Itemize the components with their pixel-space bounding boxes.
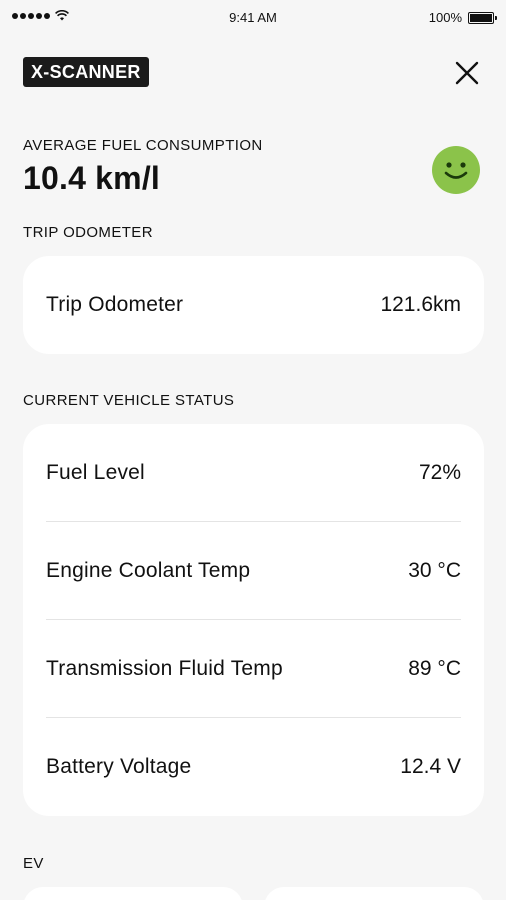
ev-tile-left[interactable] — [23, 887, 243, 900]
average-fuel-label: AVERAGE FUEL CONSUMPTION — [23, 137, 263, 154]
trip-odometer-section-label: TRIP ODOMETER — [23, 224, 153, 241]
brand-logo: X-SCANNER — [23, 57, 149, 87]
fuel-level-row[interactable]: Fuel Level 72% — [46, 424, 461, 522]
trip-odometer-row[interactable]: Trip Odometer 121.6km — [46, 256, 461, 354]
row-label: Battery Voltage — [46, 755, 192, 778]
smiley-face-icon — [432, 146, 480, 194]
ev-tile-right[interactable] — [264, 887, 484, 900]
row-label: Engine Coolant Temp — [46, 558, 251, 582]
battery-area: 100% — [428, 10, 497, 25]
average-fuel-value: 10.4 km/l — [23, 160, 161, 196]
battery-percent: 100% — [428, 10, 462, 25]
battery-voltage-row[interactable]: Battery Voltage 12.4 V — [46, 718, 461, 816]
status-bar: 9:41 AM 100% — [0, 0, 506, 34]
row-value: 30 °C — [408, 558, 461, 582]
row-value: 89 °C — [408, 656, 461, 680]
row-value: 12.4 V — [400, 755, 461, 778]
row-value: 72% — [418, 460, 461, 484]
battery-icon — [468, 11, 497, 24]
row-label: Transmission Fluid Temp — [46, 656, 283, 680]
vehicle-status-section-label: CURRENT VEHICLE STATUS — [23, 392, 235, 409]
transmission-fluid-row[interactable]: Transmission Fluid Temp 89 °C — [46, 620, 461, 718]
row-label: Fuel Level — [46, 460, 145, 484]
vehicle-status-card: Fuel Level 72% Engine Coolant Temp 30 °C… — [23, 424, 484, 816]
close-icon[interactable] — [452, 58, 482, 88]
trip-odometer-card: Trip Odometer 121.6km — [23, 256, 484, 354]
row-label: Trip Odometer — [46, 293, 184, 316]
row-value: 121.6km — [380, 293, 461, 316]
engine-coolant-row[interactable]: Engine Coolant Temp 30 °C — [46, 522, 461, 620]
ev-section-label: EV — [23, 855, 44, 872]
